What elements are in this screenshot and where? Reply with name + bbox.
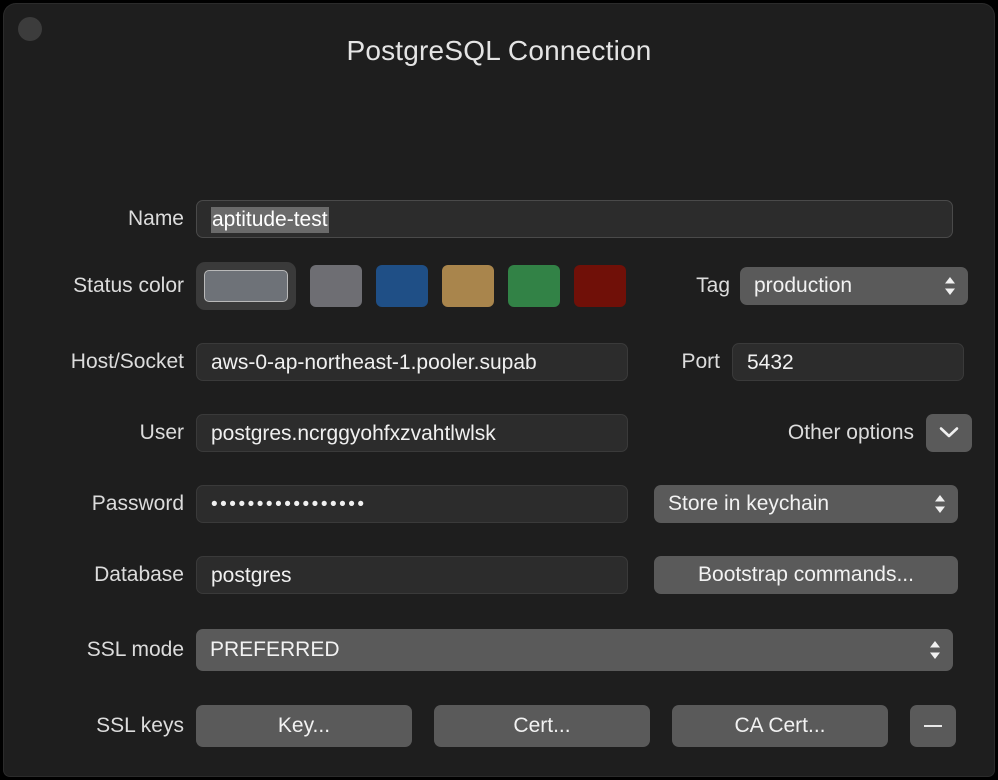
- tag-select[interactable]: production: [740, 267, 968, 305]
- ssl-keys-remove-button[interactable]: [910, 705, 956, 747]
- swatch-gray[interactable]: [310, 265, 362, 307]
- chevron-up-down-icon: [935, 495, 945, 513]
- user-label: User: [139, 421, 184, 444]
- chevron-up-down-icon: [945, 277, 955, 295]
- tag-select-value: production: [754, 274, 853, 297]
- swatch-green[interactable]: [508, 265, 560, 307]
- password-input[interactable]: •••••••••••••••••: [196, 485, 628, 523]
- user-input[interactable]: postgres.ncrggyohfxzvahtlwlsk: [196, 414, 628, 452]
- ssl-mode-label: SSL mode: [86, 638, 184, 661]
- titlebar: PostgreSQL Connection: [4, 4, 994, 82]
- chevron-down-icon: [939, 427, 959, 438]
- password-storage-value: Store in keychain: [668, 492, 830, 515]
- other-options-label: Other options: [787, 421, 914, 444]
- row-user: User postgres.ncrggyohfxzvahtlwlsk Other…: [4, 414, 994, 452]
- bootstrap-commands-button[interactable]: Bootstrap commands...: [654, 556, 958, 594]
- name-input[interactable]: aptitude-test: [196, 200, 953, 238]
- other-options-disclosure-button[interactable]: [926, 414, 972, 452]
- row-ssl-keys: SSL keys Key... Cert... CA Cert...: [4, 705, 994, 747]
- host-input[interactable]: aws-0-ap-northeast-1.pooler.supab: [196, 343, 628, 381]
- row-ssl-mode: SSL mode PREFERRED: [4, 629, 994, 671]
- minus-icon: [924, 725, 942, 728]
- swatch-red[interactable]: [574, 265, 626, 307]
- password-storage-select[interactable]: Store in keychain: [654, 485, 958, 523]
- port-label: Port: [681, 350, 720, 373]
- ssl-mode-select[interactable]: PREFERRED: [196, 629, 953, 671]
- tag-label: Tag: [696, 274, 730, 297]
- password-label: Password: [91, 492, 184, 515]
- host-label: Host/Socket: [70, 350, 184, 373]
- ssl-key-button[interactable]: Key...: [196, 705, 412, 747]
- database-label: Database: [94, 563, 184, 586]
- ssl-cert-button[interactable]: Cert...: [434, 705, 650, 747]
- swatch-blue[interactable]: [376, 265, 428, 307]
- port-input[interactable]: 5432: [732, 343, 964, 381]
- window-title: PostgreSQL Connection: [346, 35, 652, 66]
- status-color-swatches: [196, 262, 626, 310]
- row-host: Host/Socket aws-0-ap-northeast-1.pooler.…: [4, 343, 994, 381]
- name-label: Name: [127, 207, 184, 230]
- postgresql-connection-window: PostgreSQL Connection Name aptitude-test…: [4, 4, 994, 776]
- row-name: Name aptitude-test: [4, 200, 994, 238]
- ssl-ca-cert-button[interactable]: CA Cert...: [672, 705, 888, 747]
- ssl-keys-label: SSL keys: [96, 714, 184, 737]
- row-database: Database postgres Bootstrap commands...: [4, 556, 994, 594]
- status-color-label: Status color: [73, 274, 184, 297]
- swatch-default: [204, 270, 288, 302]
- swatch-default-selected[interactable]: [196, 262, 296, 310]
- chevron-up-down-icon: [930, 641, 940, 659]
- row-status-color: Status color Tag production: [4, 262, 994, 310]
- row-password: Password ••••••••••••••••• Store in keyc…: [4, 485, 994, 523]
- ssl-mode-value: PREFERRED: [210, 638, 340, 661]
- database-input[interactable]: postgres: [196, 556, 628, 594]
- swatch-gold[interactable]: [442, 265, 494, 307]
- name-input-value: aptitude-test: [211, 207, 329, 233]
